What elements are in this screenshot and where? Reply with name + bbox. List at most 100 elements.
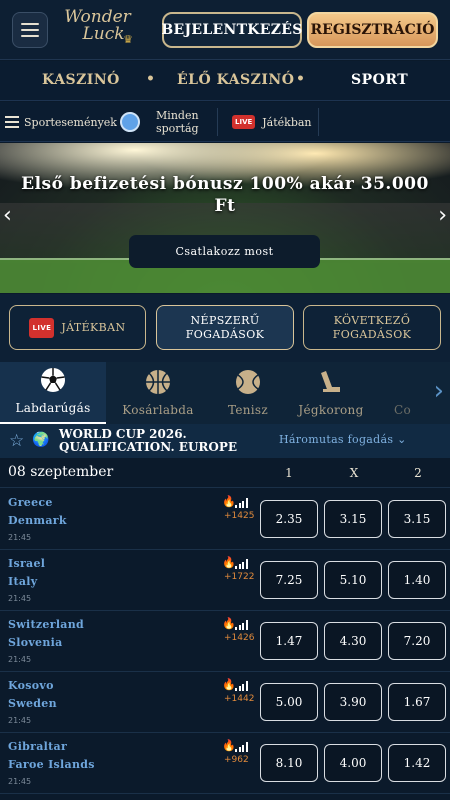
odds-header-1: 1 (285, 466, 293, 480)
away-team: Faroe Islands (8, 758, 95, 771)
all-sports-line1: Minden (156, 109, 199, 122)
tennis-ball-icon (235, 369, 261, 395)
tab-basketball[interactable]: Kosárlabda (106, 362, 210, 424)
odds-button[interactable]: 1.47 (260, 622, 318, 660)
odds-button[interactable]: 3.90 (324, 683, 382, 721)
live-badge: LIVE (232, 115, 256, 129)
nav-live-casino[interactable]: ÉLŐ KASZINÓ (177, 72, 294, 88)
nav-separator: • (146, 71, 156, 87)
popularity-count: +1442 (224, 694, 255, 704)
home-team: Israel (8, 557, 46, 570)
filter-next-button[interactable]: KÖVETKEZŐ FOGADÁSOK (303, 305, 441, 350)
soccer-ball-icon (120, 112, 140, 132)
signal-bars-icon (235, 497, 249, 508)
chevron-right-icon[interactable]: › (438, 203, 447, 228)
menu-button[interactable] (12, 12, 48, 48)
promo-banner[interactable]: Első befizetési bónusz 100% akár 35.000 … (0, 143, 450, 293)
match-time: 21:45 (8, 594, 32, 603)
away-team: Sweden (8, 697, 57, 710)
divider (217, 108, 218, 136)
filter-live-button[interactable]: LIVE JÁTÉKBAN (9, 305, 146, 350)
join-now-button[interactable]: Csatlakozz most (129, 235, 320, 268)
away-team: Slovenia (8, 636, 63, 649)
popularity-count: +962 (224, 755, 249, 765)
sports-subnav: Sportesemények Minden sportág LIVE Játék… (0, 102, 450, 142)
home-team: Switzerland (8, 618, 85, 631)
match-time: 21:45 (8, 716, 32, 725)
banner-title-line1: Első befizetési bónusz 100% akár 35.000 (21, 174, 429, 194)
market-selector[interactable]: Háromutas fogadás ⌄ (279, 433, 407, 446)
globe-icon: 🌍 (32, 432, 50, 448)
fire-icon: 🔥 (222, 495, 236, 508)
banner-title: Első befizetési bónusz 100% akár 35.000 … (0, 173, 450, 217)
odds-button[interactable]: 5.00 (260, 683, 318, 721)
match-row[interactable]: Greece Denmark 21:45 🔥 +1425 2.35 3.15 3.15 (0, 489, 450, 550)
away-team: Italy (8, 575, 38, 588)
odds-button[interactable]: 4.30 (324, 622, 382, 660)
login-button[interactable]: BEJELENTKEZÉS (161, 12, 302, 48)
filter-next-line2: FOGADÁSOK (332, 327, 412, 341)
divider (318, 108, 319, 136)
filter-popular-button[interactable]: NÉPSZERŰ FOGADÁSOK (156, 305, 294, 350)
odds-button[interactable]: 1.42 (388, 744, 446, 782)
tab-more-sport[interactable]: Co (376, 362, 421, 424)
odds-button[interactable]: 5.10 (324, 561, 382, 599)
all-sports-line2: sportág (156, 122, 199, 135)
signal-bars-icon (235, 558, 249, 569)
home-team: Greece (8, 496, 53, 509)
live-button[interactable]: LIVE Játékban (232, 102, 312, 142)
odds-button[interactable]: 8.10 (260, 744, 318, 782)
tab-basketball-label: Kosárlabda (122, 403, 194, 417)
match-time: 21:45 (8, 655, 32, 664)
popularity-count: +1426 (224, 633, 255, 643)
odds-header-2: 2 (414, 466, 422, 480)
odds-button[interactable]: 7.20 (388, 622, 446, 660)
tab-football-label: Labdarúgás (15, 401, 91, 415)
nav-sport[interactable]: SPORT (351, 72, 408, 88)
match-row[interactable]: Switzerland Slovenia 21:45 🔥 +1426 1.47 4.30 7.… (0, 611, 450, 672)
signal-bars-icon (235, 741, 249, 752)
tab-more-label: Co (394, 403, 412, 417)
live-label: Játékban (262, 115, 312, 129)
match-row[interactable]: Israel Italy 21:45 🔥 +1722 7.25 5.10 1.40 (0, 550, 450, 611)
register-button[interactable]: REGISZTRÁCIÓ (307, 12, 438, 48)
sport-tabs: Labdarúgás Kosárlabda Tenisz Jégkorong C… (0, 362, 450, 424)
nav-casino[interactable]: KASZINÓ (42, 72, 120, 88)
hockey-stick-icon (318, 369, 344, 395)
tab-football[interactable]: Labdarúgás (0, 362, 106, 424)
filter-next-line1: KÖVETKEZŐ (333, 313, 411, 327)
chevron-left-icon[interactable]: ‹ (3, 203, 12, 228)
league-name: WORLD CUP 2026. QUALIFICATION. EUROPE (59, 428, 237, 454)
crown-icon: ♛ (123, 33, 133, 46)
all-sports-button[interactable]: Minden sportág (120, 102, 199, 142)
odds-button[interactable]: 3.15 (388, 500, 446, 538)
odds-button[interactable]: 3.15 (324, 500, 382, 538)
odds-button[interactable]: 1.40 (388, 561, 446, 599)
fire-icon: 🔥 (222, 617, 236, 630)
sport-events-button[interactable]: Sportesemények (5, 102, 117, 142)
main-nav: KASZINÓ • ÉLŐ KASZINÓ • SPORT (0, 61, 450, 101)
league-name-line2: QUALIFICATION. EUROPE (59, 440, 238, 454)
fire-icon: 🔥 (222, 678, 236, 691)
bet-filters: LIVE JÁTÉKBAN NÉPSZERŰ FOGADÁSOK KÖVETKEZ… (0, 294, 450, 362)
tab-tennis[interactable]: Tenisz (210, 362, 286, 424)
live-badge: LIVE (29, 317, 55, 338)
tab-ice-hockey[interactable]: Jégkorong (286, 362, 376, 424)
star-icon[interactable]: ☆ (9, 431, 24, 451)
match-row[interactable]: Kosovo Sweden 21:45 🔥 +1442 5.00 3.90 1.67 (0, 672, 450, 733)
odds-button[interactable]: 1.67 (388, 683, 446, 721)
odds-button[interactable]: 7.25 (260, 561, 318, 599)
chevron-right-icon[interactable]: › (434, 376, 444, 406)
odds-button[interactable]: 2.35 (260, 500, 318, 538)
match-date: 08 szeptember (8, 464, 114, 480)
filter-popular-line2: FOGADÁSOK (185, 327, 265, 341)
match-row[interactable]: Gibraltar Faroe Islands 21:45 🔥 +962 8.10 4.00… (0, 733, 450, 794)
league-name-line1: WORLD CUP 2026. (59, 427, 187, 441)
odds-button[interactable]: 4.00 (324, 744, 382, 782)
wonder-luck-logo[interactable]: Wonder Luck ♛ (60, 9, 135, 51)
fire-icon: 🔥 (222, 556, 236, 569)
league-header: ☆ 🌍 WORLD CUP 2026. QUALIFICATION. EUROP… (0, 424, 450, 458)
home-team: Kosovo (8, 679, 54, 692)
signal-bars-icon (235, 619, 249, 630)
date-row: 08 szeptember 1 X 2 (0, 458, 450, 488)
